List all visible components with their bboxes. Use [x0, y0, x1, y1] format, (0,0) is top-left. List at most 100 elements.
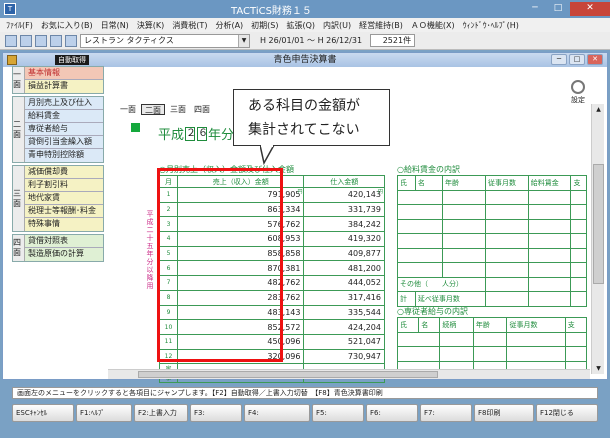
cell-salary[interactable] [527, 276, 572, 292]
tab-page-3[interactable]: 三面 [167, 104, 189, 115]
f7-button[interactable]: F7: [420, 404, 472, 422]
f2-overwrite-button[interactable]: F2:上書入力 [134, 404, 188, 422]
cell-months[interactable] [506, 346, 566, 362]
nav-item-allowance[interactable]: 貸倒引当金繰入額 [25, 136, 103, 149]
cell-salary[interactable] [527, 189, 572, 205]
scroll-down-icon[interactable]: ▼ [593, 363, 604, 374]
horizontal-scrollbar[interactable] [108, 369, 590, 379]
sales-cell[interactable]: 483,143 [176, 304, 305, 321]
cell-salary[interactable] [527, 247, 572, 263]
cell-payment[interactable] [570, 204, 587, 220]
cell-months[interactable] [485, 262, 529, 278]
sales-cell[interactable]: 283,762 [176, 289, 305, 306]
menu-window-help[interactable]: ｳｨﾝﾄﾞｳ･ﾍﾙﾌﾟ(H) [463, 20, 519, 31]
esc-cancel-button[interactable]: ESCｷｬﾝｾﾙ [12, 404, 74, 422]
doc-minimize-button[interactable]: ─ [551, 54, 567, 65]
year-digit-1[interactable]: ２ [185, 126, 196, 141]
auto-fetch-button[interactable]: 自動取得 [55, 55, 89, 65]
cell-name[interactable] [396, 346, 441, 362]
f5-button[interactable]: F5: [312, 404, 364, 422]
hscroll-thumb[interactable] [138, 371, 438, 378]
sales-cell[interactable]: 608,953 [176, 231, 305, 247]
cell-salary[interactable] [527, 262, 572, 278]
nav-item-special-cases[interactable]: 特殊事情 [25, 218, 103, 231]
cell-age[interactable] [472, 331, 508, 347]
purchase-cell[interactable]: 444,052 [303, 275, 385, 291]
company-select[interactable]: レストラン タクティクス ▼ [80, 33, 250, 48]
cell-relation[interactable] [439, 346, 474, 362]
purchase-cell[interactable]: 419,320 [303, 231, 385, 247]
menu-closing[interactable]: 決算(K) [137, 20, 165, 31]
doc-maximize-button[interactable]: □ [569, 54, 585, 65]
purchase-cell[interactable]: 409,877 [303, 245, 385, 262]
save-icon[interactable] [5, 34, 17, 47]
sales-cell[interactable]: 450,096 [176, 333, 305, 350]
cell-name[interactable] [396, 331, 441, 347]
menu-favorites[interactable]: お気に入り(B) [41, 20, 93, 31]
menu-management[interactable]: 経営維持(B) [359, 20, 403, 31]
nav-item-manufacturing-cost[interactable]: 製造原価の計算 [25, 248, 103, 261]
cell-payment[interactable] [570, 276, 587, 292]
minimize-button[interactable]: ─ [524, 2, 546, 16]
cell-name[interactable] [397, 262, 443, 278]
nav-item-fees[interactable]: 税理士等報酬･料金 [25, 205, 103, 218]
f4-button[interactable]: F4: [244, 404, 310, 422]
nav-item-rent[interactable]: 地代家賃 [25, 192, 103, 205]
menu-analysis[interactable]: 分析(A) [215, 20, 243, 31]
sales-cell[interactable]: 870,381 [176, 260, 305, 277]
cell-months[interactable] [485, 233, 529, 249]
menu-tax[interactable]: 消費税(T) [172, 20, 207, 31]
list-icon[interactable] [35, 34, 47, 47]
cell-name[interactable] [397, 204, 443, 220]
close-button[interactable]: ✕ [570, 2, 610, 16]
menu-breakdown[interactable]: 内訳(U) [323, 20, 351, 31]
nav-item-interest[interactable]: 利子割引料 [25, 179, 103, 192]
cell-payment[interactable] [570, 247, 587, 263]
cell-salary[interactable] [527, 291, 572, 307]
cell-relation[interactable] [439, 331, 474, 347]
purchase-cell[interactable]: 317,416 [303, 289, 385, 306]
cell-payment[interactable] [570, 262, 587, 278]
sales-cell[interactable]: 863,334 [176, 201, 305, 218]
sales-cell[interactable]: 482,762 [176, 275, 305, 291]
f12-close-button[interactable]: F12閉じる [536, 404, 598, 422]
purchase-cell[interactable]: 481,200 [303, 260, 385, 277]
cell-months[interactable] [485, 276, 529, 292]
cell-payment[interactable] [570, 189, 587, 205]
cell-name[interactable] [397, 189, 443, 205]
cell-age[interactable] [442, 204, 486, 220]
tab-page-4[interactable]: 四面 [191, 104, 213, 115]
purchase-cell[interactable]: 420,143 円 [303, 187, 385, 203]
menu-daily[interactable]: 日常(N) [101, 20, 129, 31]
sales-cell[interactable]: 858,858 [176, 245, 305, 262]
cell-months[interactable] [485, 204, 529, 220]
cell-payment[interactable] [570, 291, 587, 307]
cell-age[interactable] [472, 346, 508, 362]
sales-cell[interactable]: 852,572 [176, 319, 305, 335]
purchase-cell[interactable]: 424,204 [303, 319, 385, 335]
tab-page-2[interactable]: 二面 [141, 104, 165, 115]
cell-age[interactable] [442, 262, 486, 278]
nav-item-salary[interactable]: 給料賃金 [25, 110, 103, 123]
vertical-scrollbar[interactable]: ▲ ▼ [591, 104, 604, 374]
cell-age[interactable] [442, 247, 486, 263]
maximize-button[interactable]: □ [547, 2, 569, 16]
settings-button[interactable]: 設定 [566, 80, 590, 105]
nav-item-balance-sheet[interactable]: 貸借対照表 [25, 235, 103, 248]
f6-button[interactable]: F6: [366, 404, 418, 422]
nav-item-basic-info[interactable]: 基本情報 [25, 67, 103, 80]
tab-page-1[interactable]: 一面 [117, 104, 139, 115]
menu-ao[interactable]: ＡＯ機能(X) [411, 20, 455, 31]
menu-extension[interactable]: 拡張(Q) [287, 20, 316, 31]
scroll-thumb[interactable] [593, 164, 604, 284]
sales-cell[interactable]: 320,096 [176, 348, 305, 365]
cell-age[interactable] [442, 189, 486, 205]
cell-months[interactable] [485, 189, 529, 205]
cell-name[interactable] [397, 247, 443, 263]
scroll-up-icon[interactable]: ▲ [593, 104, 604, 115]
print-icon[interactable] [20, 34, 32, 47]
cell-name[interactable] [397, 233, 443, 249]
nav-item-senju[interactable]: 専従者給与 [25, 123, 103, 136]
cell-payment[interactable] [570, 218, 587, 234]
purchase-cell[interactable]: 335,544 [303, 304, 385, 321]
